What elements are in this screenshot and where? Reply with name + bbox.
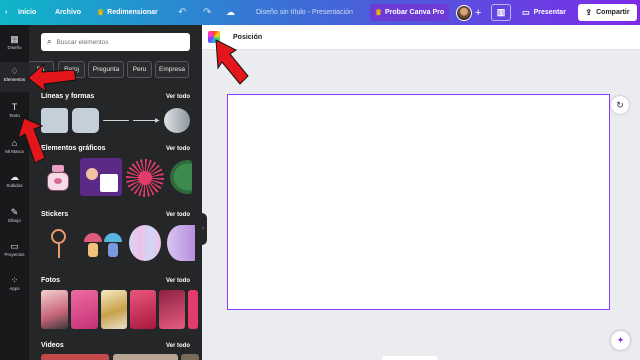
annotation-arrows bbox=[17, 39, 249, 164]
arrow-icon bbox=[17, 39, 249, 164]
